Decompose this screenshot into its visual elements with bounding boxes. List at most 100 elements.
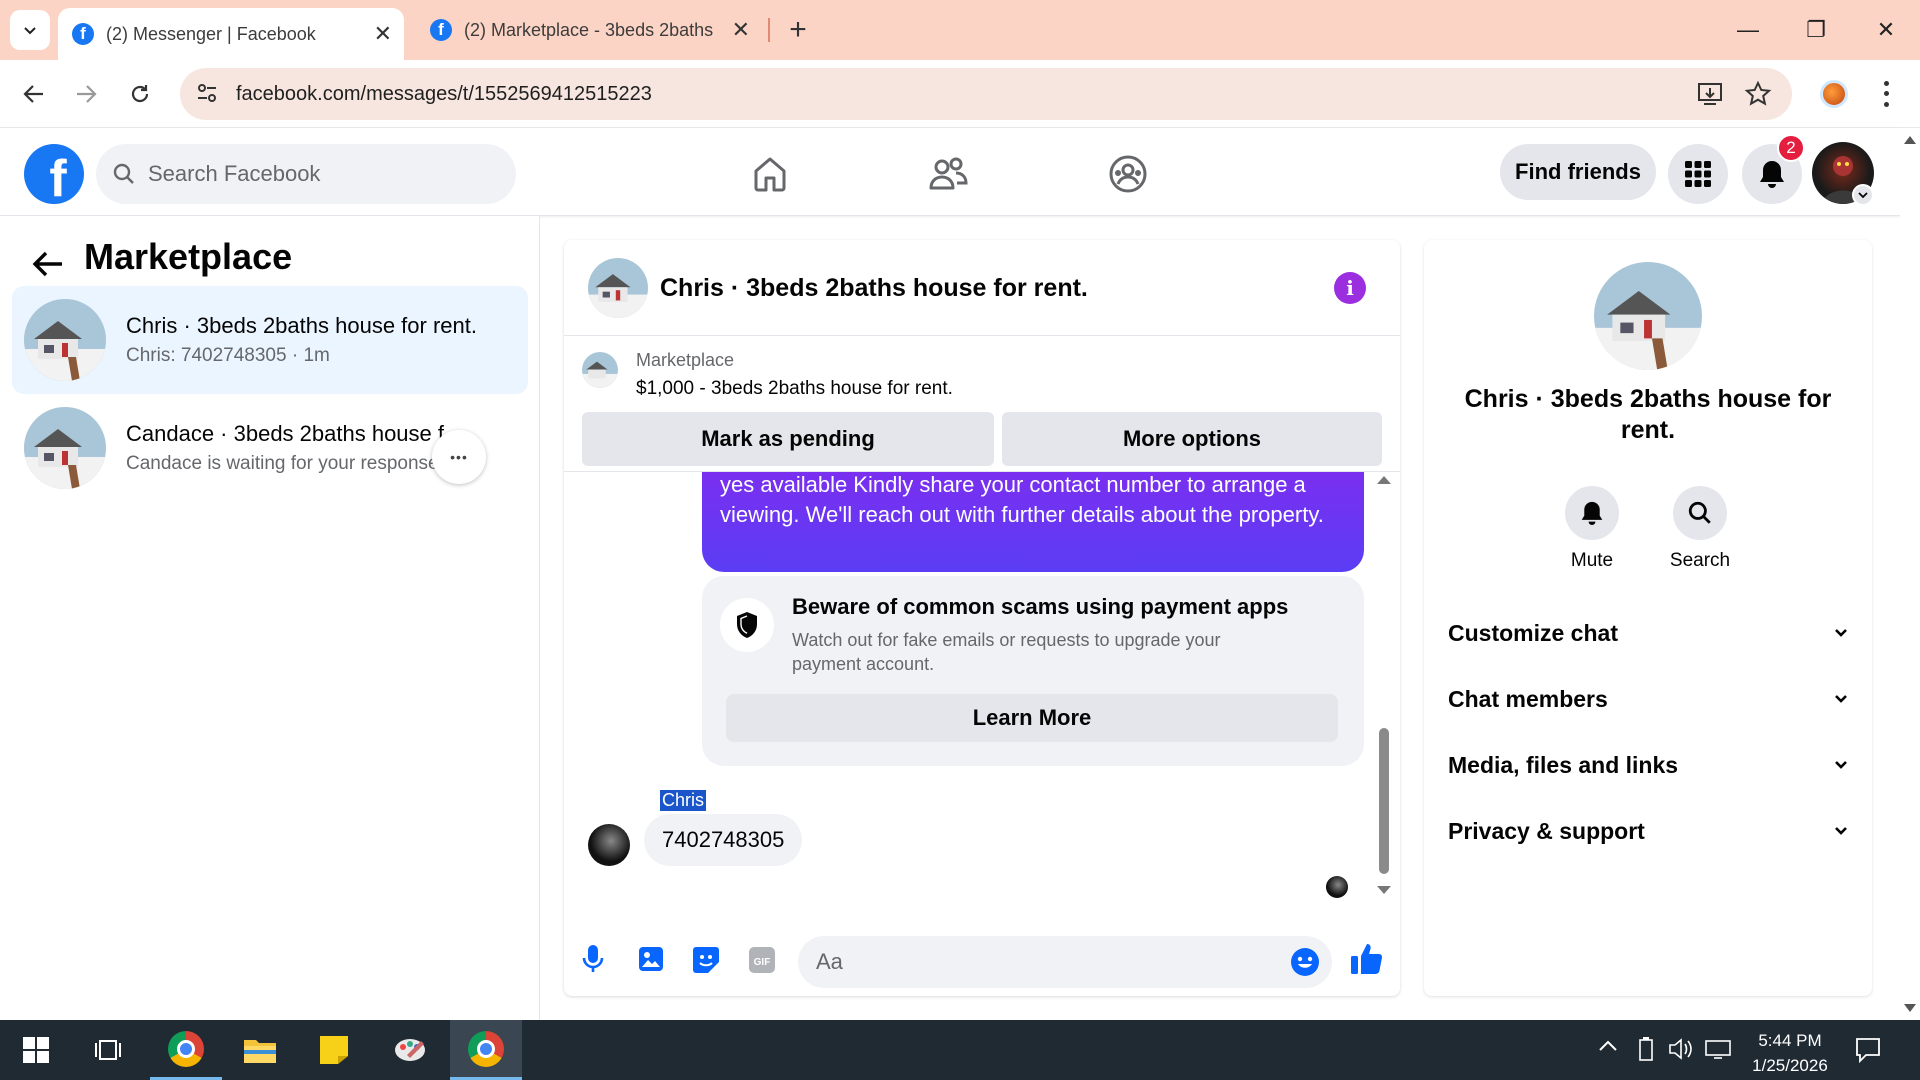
menu-button[interactable] [1668, 144, 1728, 204]
taskbar-paint[interactable] [374, 1020, 446, 1080]
facebook-favicon-icon: f [72, 23, 94, 45]
message-input-box[interactable] [798, 936, 1332, 988]
message-input[interactable] [816, 949, 1256, 975]
profile-avatar[interactable] [1594, 262, 1702, 370]
site-info-button[interactable] [194, 80, 222, 108]
install-app-icon[interactable] [1696, 80, 1724, 108]
learn-more-button[interactable]: Learn More [726, 694, 1338, 742]
tab-close-icon[interactable]: ✕ [374, 21, 392, 47]
tab-close-icon[interactable]: ✕ [732, 17, 750, 43]
nav-home[interactable] [742, 148, 798, 200]
tab-messenger[interactable]: f (2) Messenger | Facebook ✕ [58, 8, 404, 60]
tab-list-button[interactable] [10, 10, 50, 50]
emoji-icon [1291, 948, 1319, 976]
volume-icon[interactable] [1668, 1038, 1694, 1060]
minimize-button[interactable]: — [1714, 0, 1782, 60]
grid-menu-icon [1685, 161, 1711, 187]
search-action[interactable]: Search [1650, 486, 1750, 572]
url-text[interactable]: facebook.com/messages/t/1552569412515223 [236, 83, 652, 106]
chat-avatar[interactable] [588, 258, 648, 318]
back-arrow-button[interactable] [28, 244, 68, 284]
more-options-button[interactable]: More options [1002, 412, 1382, 466]
section-label: Privacy & support [1448, 817, 1645, 844]
message-scrollbar-down[interactable] [1377, 886, 1391, 894]
show-hidden-icons-button[interactable] [1598, 1038, 1618, 1052]
chat-members-row[interactable]: Chat members [1448, 674, 1848, 724]
nav-friends[interactable] [920, 148, 976, 200]
tab-marketplace[interactable]: f (2) Marketplace - 3beds 2baths ✕ [416, 8, 762, 52]
forward-button[interactable] [66, 74, 106, 114]
arrow-right-icon [77, 85, 97, 103]
browser-tabstrip: f (2) Messenger | Facebook ✕ f (2) Marke… [0, 0, 1920, 60]
mark-as-pending-button[interactable]: Mark as pending [582, 412, 994, 466]
page-scroll-down[interactable] [1904, 1004, 1916, 1012]
browser-menu-icon[interactable] [1876, 78, 1896, 110]
find-friends-button[interactable]: Find friends [1500, 144, 1656, 200]
section-label: Customize chat [1448, 619, 1618, 646]
listing-title[interactable]: $1,000 - 3beds 2baths house for rent. [636, 378, 953, 400]
gif-button[interactable]: GIF [748, 946, 776, 974]
task-view-button[interactable] [72, 1020, 144, 1080]
extension-icon[interactable] [1820, 80, 1848, 108]
search-label: Search [1669, 550, 1731, 571]
voice-clip-button[interactable] [582, 944, 604, 974]
reload-icon [131, 85, 149, 103]
action-center-button[interactable] [1854, 1036, 1882, 1064]
message-scrollbar-up[interactable] [1377, 476, 1391, 484]
taskbar-chrome[interactable] [150, 1020, 222, 1080]
search-input[interactable] [148, 161, 468, 187]
clock-date: 1/25/2026 [1752, 1056, 1828, 1075]
mute-action[interactable]: Mute [1542, 486, 1642, 572]
outgoing-message-bubble[interactable]: yes available Kindly share your contact … [702, 472, 1364, 572]
sender-avatar[interactable] [588, 824, 630, 866]
like-button[interactable] [1350, 942, 1384, 976]
attach-photo-button[interactable] [638, 946, 664, 972]
system-clock[interactable]: 5:44 PM 1/25/2026 [1740, 1028, 1840, 1078]
taskbar-sticky-notes[interactable] [298, 1020, 370, 1080]
customize-chat-row[interactable]: Customize chat [1448, 608, 1848, 658]
logo-letter: f [49, 150, 67, 204]
new-tab-button[interactable]: + [778, 10, 818, 50]
listing-thumbnail [24, 407, 106, 489]
network-icon[interactable] [1704, 1038, 1732, 1060]
privacy-support-row[interactable]: Privacy & support [1448, 806, 1848, 856]
paint-icon [395, 1039, 425, 1061]
page-scrollbar[interactable] [1900, 128, 1920, 1020]
message-scrollbar-thumb[interactable] [1379, 728, 1389, 874]
facebook-search[interactable] [96, 144, 516, 204]
bookmark-star-icon[interactable] [1744, 80, 1772, 108]
notification-badge: 2 [1777, 134, 1805, 162]
conversation-info-button[interactable]: i [1334, 272, 1366, 304]
conversation-more-button[interactable]: ••• [432, 430, 486, 484]
back-button[interactable] [14, 74, 54, 114]
shield-icon [720, 598, 774, 652]
chat-title[interactable]: Chris · 3beds 2baths house for rent. [660, 274, 1088, 303]
listing-thumbnail[interactable] [582, 352, 618, 388]
media-files-links-row[interactable]: Media, files and links [1448, 740, 1848, 790]
chat-window: Chris · 3beds 2baths house for rent. i M… [564, 240, 1400, 996]
address-bar[interactable]: facebook.com/messages/t/1552569412515223 [180, 68, 1792, 120]
sticker-button[interactable] [692, 946, 720, 974]
taskbar-file-explorer[interactable] [224, 1020, 296, 1080]
reload-button[interactable] [120, 74, 160, 114]
start-button[interactable] [0, 1020, 72, 1080]
seen-receipt-avatar [1326, 876, 1348, 898]
emoji-button[interactable] [1290, 947, 1320, 977]
outgoing-message-text: yes available Kindly share your contact … [720, 472, 1324, 527]
account-chevron-icon[interactable] [1852, 184, 1874, 206]
nav-groups[interactable] [1100, 148, 1156, 200]
tab-separator [768, 18, 770, 42]
message-list[interactable]: yes available Kindly share your contact … [564, 472, 1400, 902]
page-scroll-up[interactable] [1904, 136, 1916, 144]
taskbar-chrome-active[interactable] [450, 1020, 522, 1080]
facebook-logo[interactable]: f [24, 144, 84, 204]
clock-time: 5:44 PM [1758, 1031, 1822, 1050]
conversation-item[interactable]: Chris · 3beds 2baths house for rent. Chr… [12, 286, 528, 394]
restore-button[interactable]: ❐ [1782, 0, 1850, 60]
incoming-message-bubble[interactable]: 7402748305 [644, 814, 803, 866]
chat-header: Chris · 3beds 2baths house for rent. i [564, 240, 1400, 336]
scam-warning-card: Beware of common scams using payment app… [702, 576, 1364, 766]
close-window-button[interactable]: ✕ [1852, 0, 1920, 60]
marketplace-label: Marketplace [636, 350, 735, 370]
battery-icon[interactable] [1638, 1036, 1654, 1062]
